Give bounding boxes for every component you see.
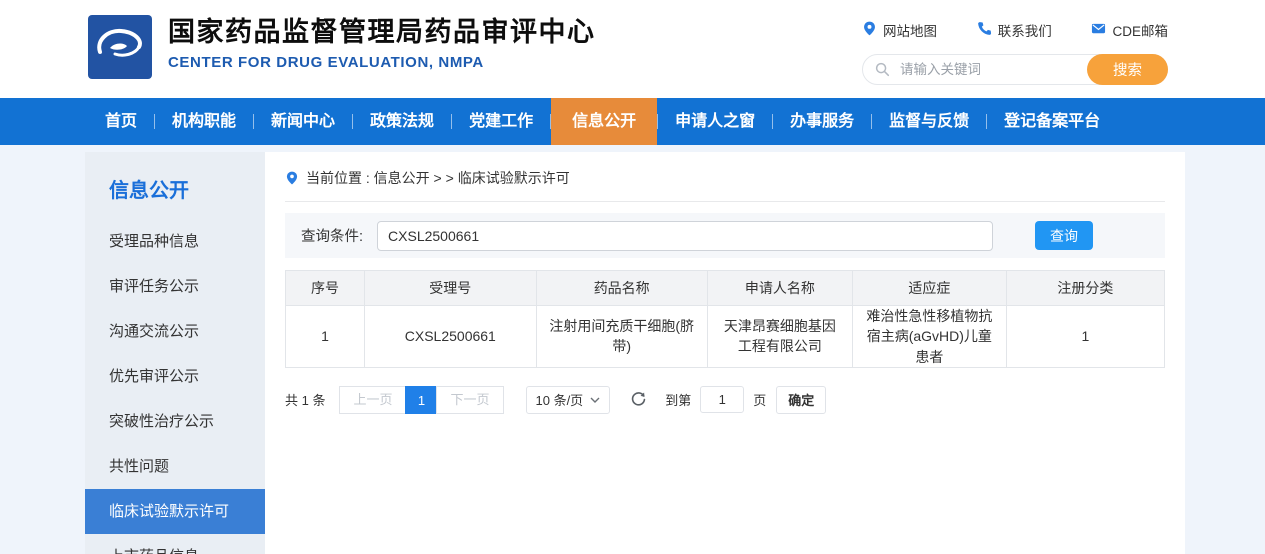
nav-item-1[interactable]: 机构职能 xyxy=(155,98,253,145)
pagination-total: 共 1 条 xyxy=(285,390,325,409)
table-row: 1CXSL2500661注射用间充质干细胞(脐带)天津昂赛细胞基因工程有限公司难… xyxy=(286,306,1165,368)
site-search-button[interactable]: 搜索 xyxy=(1087,54,1168,85)
nav-item-0[interactable]: 首页 xyxy=(88,98,154,145)
utility-link-label: 网站地图 xyxy=(883,20,937,40)
pagination: 共 1 条 上一页 1 下一页 10 条/页 到第 页 确定 xyxy=(285,386,1165,414)
query-panel: 查询条件: 查询 xyxy=(285,213,1165,258)
table-cell-4: 难治性急性移植物抗宿主病(aGvHD)儿童患者 xyxy=(852,306,1006,368)
next-page-button[interactable]: 下一页 xyxy=(436,386,503,414)
search-icon xyxy=(875,62,890,77)
table-header-1: 受理号 xyxy=(365,271,536,306)
site-subtitle: CENTER FOR DRUG EVALUATION, NMPA xyxy=(168,54,596,71)
table-header-row: 序号受理号药品名称申请人名称适应症注册分类 xyxy=(286,271,1165,306)
nav-item-2[interactable]: 新闻中心 xyxy=(254,98,352,145)
page-body: 信息公开 受理品种信息审评任务公示沟通交流公示优先审评公示突破性治疗公示共性问题… xyxy=(0,145,1265,554)
sidebar-title: 信息公开 xyxy=(85,152,265,219)
page-size-select[interactable]: 10 条/页 xyxy=(526,386,611,414)
site-title: 国家药品监督管理局药品审评中心 xyxy=(168,14,596,50)
table-header-0: 序号 xyxy=(286,271,365,306)
utility-link-0[interactable]: 网站地图 xyxy=(862,20,937,40)
sidebar: 信息公开 受理品种信息审评任务公示沟通交流公示优先审评公示突破性治疗公示共性问题… xyxy=(85,152,265,554)
location-pin-icon xyxy=(285,171,299,185)
utility-link-1[interactable]: 联系我们 xyxy=(977,20,1052,40)
query-label: 查询条件: xyxy=(301,225,363,246)
nav-item-7[interactable]: 办事服务 xyxy=(773,98,871,145)
pager-group: 上一页 1 下一页 xyxy=(339,386,503,414)
main-content: 当前位置 : 信息公开 > > 临床试验默示许可 查询条件: 查询 序号受理号药… xyxy=(265,152,1185,554)
goto-page-label: 到第 xyxy=(665,390,691,409)
mail-icon xyxy=(1091,21,1106,39)
table-cell-5: 1 xyxy=(1006,306,1164,368)
refresh-button[interactable] xyxy=(630,391,647,408)
nav-item-5[interactable]: 信息公开 xyxy=(551,98,657,145)
refresh-icon xyxy=(630,391,647,408)
utility-link-label: CDE邮箱 xyxy=(1112,20,1168,40)
table-header-5: 注册分类 xyxy=(1006,271,1164,306)
sidebar-item-0[interactable]: 受理品种信息 xyxy=(85,219,265,264)
page-number-1[interactable]: 1 xyxy=(405,386,437,414)
breadcrumb-text: 当前位置 : 信息公开 > > 临床试验默示许可 xyxy=(306,168,570,188)
site-header: 国家药品监督管理局药品审评中心 CENTER FOR DRUG EVALUATI… xyxy=(0,0,1265,98)
prev-page-button[interactable]: 上一页 xyxy=(339,386,406,414)
table-header-3: 申请人名称 xyxy=(707,271,852,306)
sidebar-item-5[interactable]: 共性问题 xyxy=(85,444,265,489)
query-input[interactable] xyxy=(377,221,993,251)
sidebar-item-2[interactable]: 沟通交流公示 xyxy=(85,309,265,354)
table-cell-0: 1 xyxy=(286,306,365,368)
sidebar-item-6[interactable]: 临床试验默示许可 xyxy=(85,489,265,534)
goto-page-input[interactable] xyxy=(700,386,744,413)
site-search-input[interactable] xyxy=(898,61,1068,78)
table-header-4: 适应症 xyxy=(852,271,1006,306)
sidebar-item-1[interactable]: 审评任务公示 xyxy=(85,264,265,309)
nav-item-9[interactable]: 登记备案平台 xyxy=(987,98,1117,145)
cde-logo-mark xyxy=(88,15,152,79)
table-header-2: 药品名称 xyxy=(536,271,707,306)
utility-link-label: 联系我们 xyxy=(998,20,1052,40)
nav-item-6[interactable]: 申请人之窗 xyxy=(658,98,772,145)
breadcrumb: 当前位置 : 信息公开 > > 临床试验默示许可 xyxy=(285,168,1165,202)
goto-page-suffix: 页 xyxy=(753,390,766,409)
table-cell-1: CXSL2500661 xyxy=(365,306,536,368)
chevron-down-icon xyxy=(590,397,600,403)
utility-link-2[interactable]: CDE邮箱 xyxy=(1091,20,1168,40)
table-cell-2: 注射用间充质干细胞(脐带) xyxy=(536,306,707,368)
goto-confirm-button[interactable]: 确定 xyxy=(776,386,826,414)
sidebar-item-3[interactable]: 优先审评公示 xyxy=(85,354,265,399)
nav-item-4[interactable]: 党建工作 xyxy=(452,98,550,145)
table-cell-3: 天津昂赛细胞基因工程有限公司 xyxy=(707,306,852,368)
sidebar-items: 受理品种信息审评任务公示沟通交流公示优先审评公示突破性治疗公示共性问题临床试验默… xyxy=(85,219,265,554)
table-body: 1CXSL2500661注射用间充质干细胞(脐带)天津昂赛细胞基因工程有限公司难… xyxy=(286,306,1165,368)
page-size-value: 10 条/页 xyxy=(536,390,584,409)
nav-item-8[interactable]: 监督与反馈 xyxy=(872,98,986,145)
utility-links: 网站地图 联系我们 CDE邮箱 xyxy=(862,20,1168,40)
sidebar-item-7[interactable]: 上市药品信息 xyxy=(85,534,265,554)
main-nav: 首页机构职能新闻中心政策法规党建工作信息公开申请人之窗办事服务监督与反馈登记备案… xyxy=(0,98,1265,145)
site-search-box: 搜索 xyxy=(862,54,1168,85)
sidebar-item-4[interactable]: 突破性治疗公示 xyxy=(85,399,265,444)
nav-item-3[interactable]: 政策法规 xyxy=(353,98,451,145)
location-pin-icon xyxy=(862,21,877,39)
results-table: 序号受理号药品名称申请人名称适应症注册分类 1CXSL2500661注射用间充质… xyxy=(285,270,1165,368)
phone-icon xyxy=(977,21,992,39)
cde-logo xyxy=(88,15,152,79)
query-button[interactable]: 查询 xyxy=(1035,221,1093,250)
